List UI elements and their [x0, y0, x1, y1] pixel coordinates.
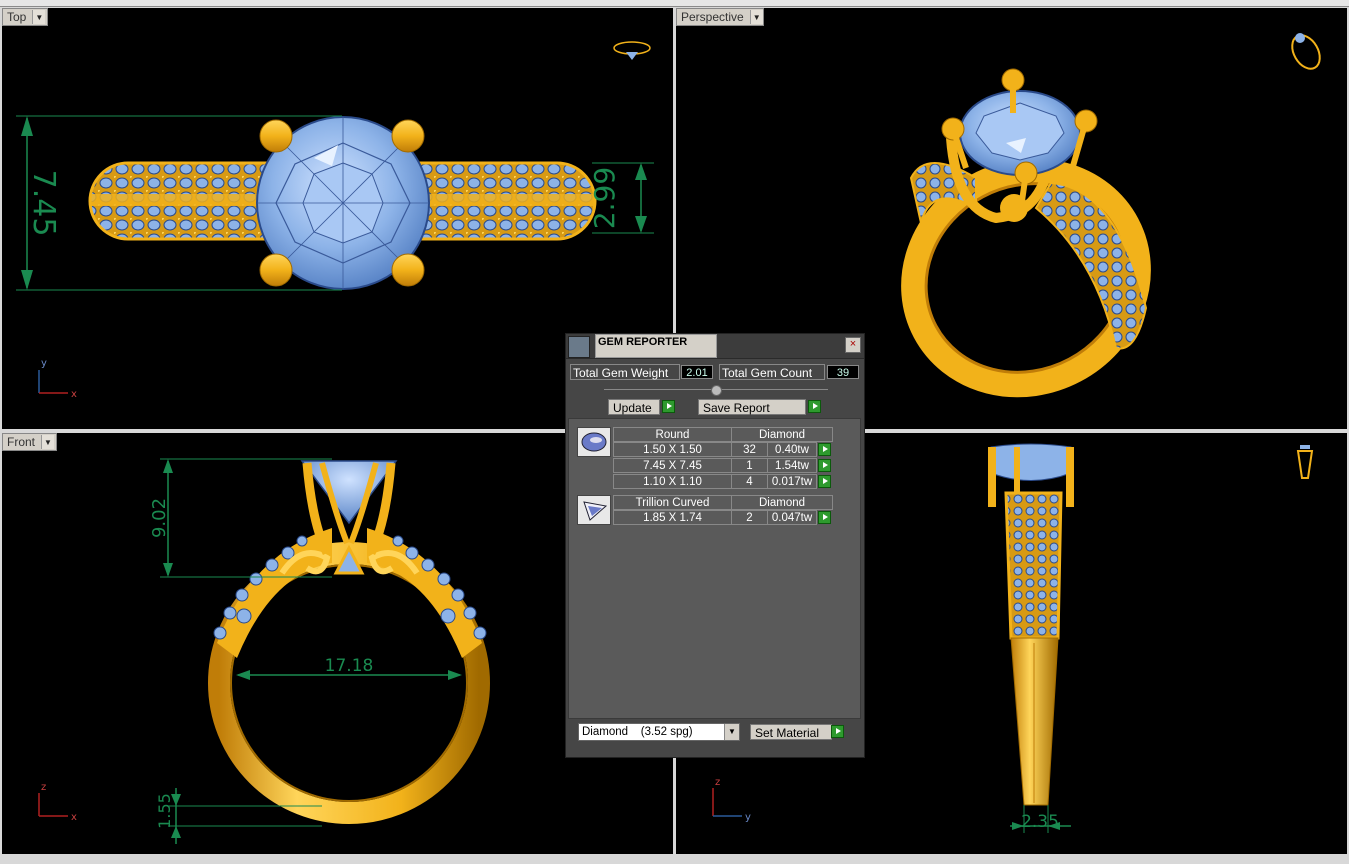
gem-material-header: Diamond: [731, 427, 833, 442]
total-gem-count-value: 39: [827, 365, 859, 379]
viewport-name: Perspective: [681, 10, 744, 24]
axis-label-x: x: [71, 812, 77, 823]
viewport-name: Front: [7, 435, 36, 449]
gem-count: 4: [731, 474, 768, 489]
gem-reporter-panel: GEM REPORTER × Total Gem Weight 2.01 Tot…: [565, 333, 865, 758]
axis-label-y: y: [41, 358, 47, 369]
row-go-icon[interactable]: [818, 459, 831, 472]
viewport-label-top[interactable]: Top ▼: [2, 8, 48, 26]
total-gem-weight-value: 2.01: [681, 365, 713, 379]
gem-size: 1.85 X 1.74: [613, 510, 732, 525]
gem-shape-header: Trillion Curved: [613, 495, 732, 510]
round-gem-thumbnail: [577, 427, 611, 457]
gem-count: 1: [731, 458, 768, 473]
material-select-value: Diamond (3.52 spg): [582, 726, 693, 738]
row-go-icon[interactable]: [818, 443, 831, 456]
viewport-name: Top: [7, 10, 27, 24]
row-go-icon[interactable]: [818, 475, 831, 488]
close-icon[interactable]: ×: [845, 337, 861, 353]
update-button[interactable]: Update: [608, 399, 660, 415]
total-gem-count-label: Total Gem Count: [719, 364, 825, 380]
save-report-button[interactable]: Save Report: [698, 399, 806, 415]
axis-label-z: z: [715, 777, 720, 788]
gem-count: 32: [731, 442, 768, 457]
gem-weight: 0.047tw: [767, 510, 817, 525]
total-gem-weight-label: Total Gem Weight: [570, 364, 680, 380]
gem-weight: 0.40tw: [767, 442, 817, 457]
dimension-2-35: 2.35: [1021, 812, 1059, 832]
gem-shape-header: Round: [613, 427, 732, 442]
dimension-17-18: 17.18: [325, 656, 374, 676]
dimension-9-02: 9.02: [149, 498, 170, 538]
view-cube-icon[interactable]: [1287, 30, 1326, 73]
chevron-down-icon[interactable]: ▼: [724, 724, 739, 740]
gem-size: 1.10 X 1.10: [613, 474, 732, 489]
gem-count: 2: [731, 510, 768, 525]
dimension-2-99: 2.99: [588, 167, 621, 229]
material-select[interactable]: Diamond (3.52 spg) ▼: [578, 723, 740, 741]
viewport-label-perspective[interactable]: Perspective ▼: [676, 8, 764, 26]
set-material-go-icon[interactable]: [831, 725, 844, 738]
gem-reporter-icon: [568, 336, 590, 358]
panel-title: GEM REPORTER: [595, 334, 717, 358]
chevron-down-icon[interactable]: ▼: [32, 10, 46, 24]
document-tab-strip: [0, 0, 1349, 7]
update-go-icon[interactable]: [662, 400, 675, 413]
gem-weight: 1.54tw: [767, 458, 817, 473]
axis-label-x: x: [71, 389, 77, 400]
trillion-gem-thumbnail: [577, 495, 611, 525]
chevron-down-icon[interactable]: ▼: [749, 10, 763, 24]
gem-weight: 0.017tw: [767, 474, 817, 489]
panel-titlebar[interactable]: GEM REPORTER ×: [566, 334, 864, 359]
dimension-1-55: 1.55: [155, 793, 174, 829]
dimension-7-45: 7.45: [26, 170, 61, 237]
axis-label-y: y: [745, 812, 751, 823]
save-report-go-icon[interactable]: [808, 400, 821, 413]
gem-material-header: Diamond: [731, 495, 833, 510]
set-material-button[interactable]: Set Material: [750, 724, 832, 740]
view-cube-icon[interactable]: [1300, 445, 1310, 449]
gem-list: Round Diamond 1.50 X 1.50 32 0.40tw 7.45…: [568, 418, 861, 719]
gem-size: 7.45 X 7.45: [613, 458, 732, 473]
gem-size: 1.50 X 1.50: [613, 442, 732, 457]
axis-label-z: z: [41, 782, 46, 793]
chevron-down-icon[interactable]: ▼: [41, 435, 55, 449]
viewport-label-front[interactable]: Front ▼: [2, 433, 57, 451]
row-go-icon[interactable]: [818, 511, 831, 524]
collapse-handle[interactable]: [711, 385, 722, 396]
